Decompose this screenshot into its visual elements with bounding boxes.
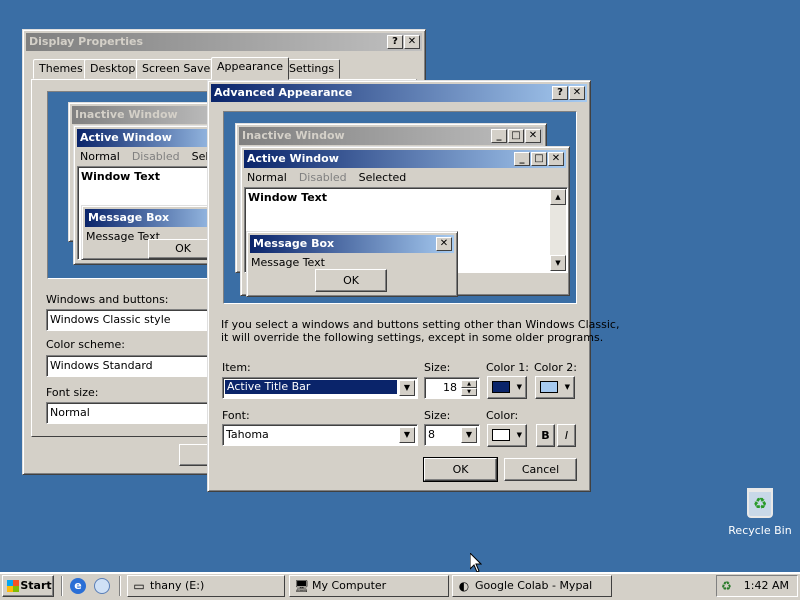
ok-button[interactable]: OK — [423, 457, 498, 482]
advanced-preview: Inactive Window _ □ ✕ Active Window _ □ … — [223, 111, 577, 304]
advanced-appearance-dialog: Advanced Appearance ? ✕ Inactive Window … — [207, 80, 619, 492]
info-line-1: If you select a windows and buttons sett… — [221, 318, 620, 331]
display-properties-title: Display Properties — [29, 35, 144, 48]
font-color-label: Color: — [486, 409, 519, 422]
chevron-down-icon[interactable]: ▼ — [399, 427, 415, 443]
adv-inactive-title: Inactive Window — [242, 129, 345, 142]
spin-down-icon[interactable]: ▼ — [461, 388, 477, 396]
windows-logo-icon — [7, 580, 19, 592]
task-thany-drive[interactable]: ▭ thany (E:) — [127, 575, 285, 597]
tab-desktop[interactable]: Desktop — [84, 59, 142, 79]
help-icon[interactable]: ? — [552, 86, 568, 100]
font-label: Font: — [222, 409, 250, 422]
close-icon: ✕ — [525, 129, 541, 143]
close-icon: ✕ — [548, 152, 564, 166]
color1-label: Color 1: — [486, 361, 529, 374]
preview-inactive-title: Inactive Window — [72, 106, 216, 124]
preview-active-title: Active Window — [77, 129, 216, 147]
taskbar-separator — [61, 576, 63, 596]
system-tray: ♻ 1:42 AM — [716, 575, 798, 597]
minimize-icon: _ — [514, 152, 530, 166]
item-select[interactable]: Active Title Bar ▼ — [222, 377, 418, 399]
tab-settings[interactable]: Settings — [283, 59, 341, 79]
item-label: Item: — [222, 361, 251, 374]
drive-icon: ▭ — [133, 579, 145, 593]
close-icon: ✕ — [436, 237, 452, 251]
adv-preview-scrollbar: ▲ ▼ — [550, 189, 566, 271]
maximize-icon: □ — [531, 152, 547, 166]
computer-icon: 🖥 — [294, 579, 310, 593]
italic-button[interactable]: I — [557, 424, 576, 447]
bold-button[interactable]: B — [536, 424, 555, 447]
chevron-down-icon: ▼ — [516, 431, 522, 439]
display-properties-titlebar[interactable]: Display Properties ? ✕ — [26, 33, 422, 51]
recycle-bin-label: Recycle Bin — [728, 524, 792, 537]
font-size-select[interactable]: Normal — [46, 402, 216, 424]
recycle-bin-icon: ♻ — [747, 488, 773, 518]
chevron-down-icon[interactable]: ▼ — [461, 427, 477, 443]
taskbar-separator — [119, 576, 121, 596]
color2-label: Color 2: — [534, 361, 577, 374]
scroll-up-icon: ▲ — [550, 189, 566, 205]
tab-themes[interactable]: Themes — [33, 59, 89, 79]
close-icon[interactable]: ✕ — [404, 35, 420, 49]
close-icon[interactable]: ✕ — [569, 86, 585, 100]
size-label: Size: — [424, 361, 451, 374]
color-scheme-label: Color scheme: — [46, 338, 125, 351]
network-tray-icon[interactable]: ♻ — [721, 579, 732, 593]
ie-quicklaunch-icon[interactable]: e — [70, 578, 86, 594]
scroll-down-icon: ▼ — [550, 255, 566, 271]
adv-msgbox-text: Message Text — [251, 256, 325, 269]
preview-message-box: Message Box Message Text OK — [81, 205, 216, 260]
cancel-button[interactable]: Cancel — [504, 458, 577, 481]
size-spinner[interactable]: 18 ▲ ▼ — [424, 377, 480, 399]
browser-icon: ◐ — [458, 579, 470, 593]
adv-preview-menu: Normal Disabled Selected — [247, 171, 407, 184]
adv-msgbox-title: Message Box — [253, 237, 335, 250]
chevron-down-icon: ▼ — [564, 383, 570, 391]
chevron-down-icon: ▼ — [516, 383, 522, 391]
task-my-computer[interactable]: 🖥 My Computer — [289, 575, 449, 597]
color1-swatch — [492, 381, 510, 393]
task-google-colab[interactable]: ◐ Google Colab - Mypal — [452, 575, 612, 597]
windows-buttons-label: Windows and buttons: — [46, 293, 169, 306]
font-color-swatch — [492, 429, 510, 441]
color2-button[interactable]: ▼ — [535, 376, 575, 399]
explorer-quicklaunch-icon[interactable] — [94, 578, 110, 594]
recycle-bin-icon-group[interactable]: ♻ Recycle Bin — [728, 488, 792, 537]
windows-buttons-select[interactable]: Windows Classic style — [46, 309, 216, 331]
maximize-icon: □ — [508, 129, 524, 143]
font-color-button[interactable]: ▼ — [487, 424, 527, 447]
adv-message-box: Message Box ✕ Message Text OK — [246, 231, 458, 297]
tab-screen-saver[interactable]: Screen Saver — [136, 59, 221, 79]
font-size-label: Size: — [424, 409, 451, 422]
minimize-icon: _ — [491, 129, 507, 143]
color1-button[interactable]: ▼ — [487, 376, 527, 399]
advanced-titlebar[interactable]: Advanced Appearance ? ✕ — [211, 84, 587, 102]
color-scheme-select[interactable]: Windows Standard — [46, 355, 216, 377]
start-button[interactable]: Start — [2, 575, 54, 597]
clock: 1:42 AM — [743, 579, 789, 592]
adv-active-title: Active Window — [247, 152, 339, 165]
font-select[interactable]: Tahoma ▼ — [222, 424, 418, 446]
info-line-2: it will override the following settings,… — [221, 331, 604, 344]
advanced-title: Advanced Appearance — [214, 86, 353, 99]
color2-swatch — [540, 381, 558, 393]
appearance-preview: Inactive Window Active Window Normal Disa… — [47, 91, 217, 279]
spin-up-icon[interactable]: ▲ — [461, 380, 477, 388]
font-size-label: Font size: — [46, 386, 99, 399]
tab-appearance[interactable]: Appearance — [211, 57, 290, 80]
chevron-down-icon[interactable]: ▼ — [399, 380, 415, 396]
adv-preview-ok-button[interactable]: OK — [315, 269, 387, 292]
preview-menu: NormalDisabledSelected — [80, 150, 216, 163]
font-size-select[interactable]: 8 ▼ — [424, 424, 480, 446]
help-icon[interactable]: ? — [387, 35, 403, 49]
preview-msgbox-title: Message Box — [85, 209, 216, 227]
